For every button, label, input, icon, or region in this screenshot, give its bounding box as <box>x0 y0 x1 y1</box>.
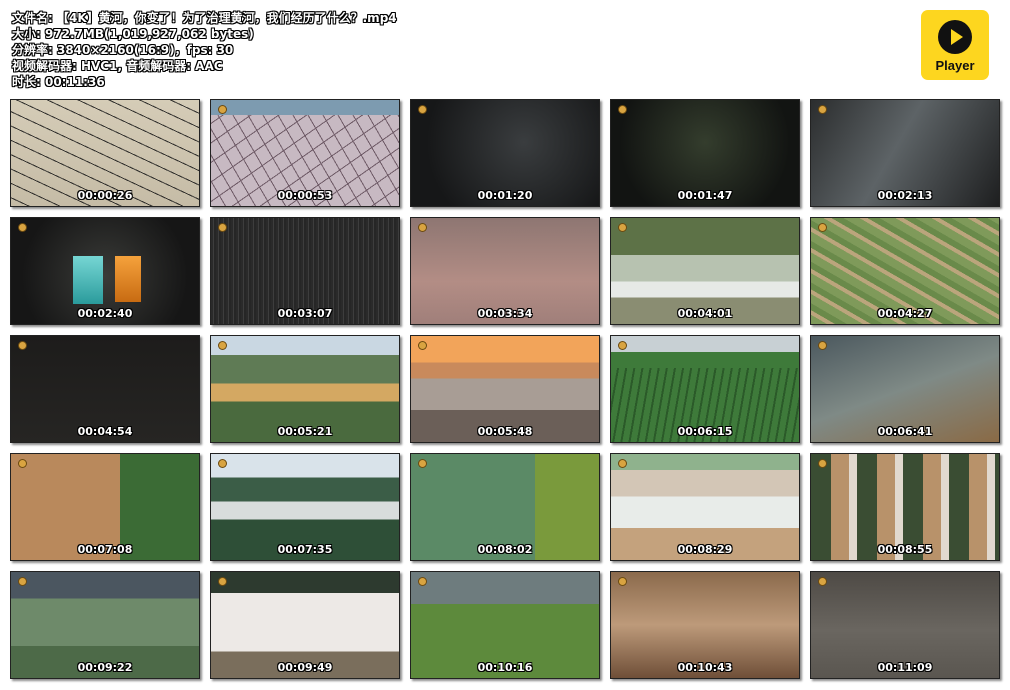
thumbnail[interactable]: 00:02:13 <box>810 99 1000 207</box>
thumbnail[interactable]: 00:01:20 <box>410 99 600 207</box>
thumbnail-timestamp: 00:01:47 <box>677 189 733 202</box>
thumbnail[interactable]: 00:04:54 <box>10 335 200 443</box>
channel-logo-icon <box>619 106 626 113</box>
channel-logo-icon <box>619 342 626 349</box>
thumbnail-timestamp: 00:08:55 <box>877 543 933 556</box>
thumbnail[interactable]: 00:08:29 <box>610 453 800 561</box>
thumbnail[interactable]: 00:04:01 <box>610 217 800 325</box>
channel-logo-icon <box>419 106 426 113</box>
thumbnail-grid: 00:00:26 00:00:53 00:01:20 00:01:47 00:0… <box>10 99 1000 679</box>
channel-logo-icon <box>219 106 226 113</box>
file-name-line: 文件名: 【4K】黄河，你变了！为了治理黄河，我们经历了什么？.mp4 <box>12 11 397 25</box>
thumbnail[interactable]: 00:10:16 <box>410 571 600 679</box>
thumbnail[interactable]: 00:00:26 <box>10 99 200 207</box>
channel-logo-icon <box>219 460 226 467</box>
thumbnail[interactable]: 00:05:21 <box>210 335 400 443</box>
channel-logo-icon <box>819 342 826 349</box>
thumbnail-timestamp: 00:00:53 <box>277 189 333 202</box>
thumbnail-timestamp: 00:10:43 <box>677 661 733 674</box>
file-info: 文件名: 【4K】黄河，你变了！为了治理黄河，我们经历了什么？.mp4 大小: … <box>12 10 812 90</box>
channel-logo-icon <box>419 578 426 585</box>
channel-logo-icon <box>219 578 226 585</box>
player-logo-label: Player <box>935 58 975 73</box>
channel-logo-icon <box>819 224 826 231</box>
thumbnail[interactable]: 00:05:48 <box>410 335 600 443</box>
player-logo: Player <box>921 10 989 80</box>
thumbnail[interactable]: 00:11:09 <box>810 571 1000 679</box>
thumbnail-timestamp: 00:09:49 <box>277 661 333 674</box>
channel-logo-icon <box>419 342 426 349</box>
thumbnail-timestamp: 00:03:07 <box>277 307 333 320</box>
thumbnail-timestamp: 00:07:08 <box>77 543 133 556</box>
channel-logo-icon <box>419 460 426 467</box>
thumbnail[interactable]: 00:09:49 <box>210 571 400 679</box>
chart-bar-cyan <box>73 256 103 304</box>
play-icon <box>938 20 972 54</box>
channel-logo-icon <box>619 460 626 467</box>
thumbnail[interactable]: 00:06:41 <box>810 335 1000 443</box>
channel-logo-icon <box>619 578 626 585</box>
thumbnail-timestamp: 00:05:21 <box>277 425 333 438</box>
thumbnail-timestamp: 00:11:09 <box>877 661 933 674</box>
thumbnail-timestamp: 00:06:15 <box>677 425 733 438</box>
thumbnail-timestamp: 00:08:02 <box>477 543 533 556</box>
thumbnail-timestamp: 00:09:22 <box>77 661 133 674</box>
thumbnail[interactable]: 00:01:47 <box>610 99 800 207</box>
thumbnail[interactable]: 00:08:02 <box>410 453 600 561</box>
chart-bar-orange <box>115 256 141 302</box>
channel-logo-icon <box>19 460 26 467</box>
thumbnail-timestamp: 00:02:13 <box>877 189 933 202</box>
file-size-line: 大小: 972.7MB(1,019,927,062 bytes) <box>12 27 254 41</box>
thumbnail-timestamp: 00:03:34 <box>477 307 533 320</box>
thumbnail-timestamp: 00:04:54 <box>77 425 133 438</box>
channel-logo-icon <box>19 224 26 231</box>
thumbnail[interactable]: 00:06:15 <box>610 335 800 443</box>
thumbnail[interactable]: 00:04:27 <box>810 217 1000 325</box>
thumbnail[interactable]: 00:03:07 <box>210 217 400 325</box>
thumbnail[interactable]: 00:07:35 <box>210 453 400 561</box>
thumbnail-timestamp: 00:06:41 <box>877 425 933 438</box>
channel-logo-icon <box>819 578 826 585</box>
channel-logo-icon <box>619 224 626 231</box>
thumbnail[interactable]: 00:03:34 <box>410 217 600 325</box>
duration-line: 时长: 00:11:36 <box>12 75 105 89</box>
thumbnail[interactable]: 00:07:08 <box>10 453 200 561</box>
thumbnail[interactable]: 00:10:43 <box>610 571 800 679</box>
channel-logo-icon <box>819 106 826 113</box>
thumbnail-timestamp: 00:10:16 <box>477 661 533 674</box>
channel-logo-icon <box>19 342 26 349</box>
thumbnail-timestamp: 00:04:27 <box>877 307 933 320</box>
thumbnail-timestamp: 00:02:40 <box>77 307 133 320</box>
channel-logo-icon <box>219 342 226 349</box>
channel-logo-icon <box>19 578 26 585</box>
thumbnail[interactable]: 00:09:22 <box>10 571 200 679</box>
thumbnail-timestamp: 00:05:48 <box>477 425 533 438</box>
channel-logo-icon <box>419 224 426 231</box>
thumbnail-timestamp: 00:00:26 <box>77 189 133 202</box>
thumbnail[interactable]: 00:08:55 <box>810 453 1000 561</box>
thumbnail-timestamp: 00:07:35 <box>277 543 333 556</box>
resolution-line: 分辨率: 3840×2160(16:9)，fps: 30 <box>12 43 234 57</box>
channel-logo-icon <box>219 224 226 231</box>
thumbnail-timestamp: 00:08:29 <box>677 543 733 556</box>
thumbnail-timestamp: 00:04:01 <box>677 307 733 320</box>
thumbnail-timestamp: 00:01:20 <box>477 189 533 202</box>
thumbnail[interactable]: 00:00:53 <box>210 99 400 207</box>
channel-logo-icon <box>819 460 826 467</box>
thumbnail[interactable]: 00:02:40 <box>10 217 200 325</box>
codec-line: 视频解码器: HVC1, 音频解码器: AAC <box>12 59 223 73</box>
